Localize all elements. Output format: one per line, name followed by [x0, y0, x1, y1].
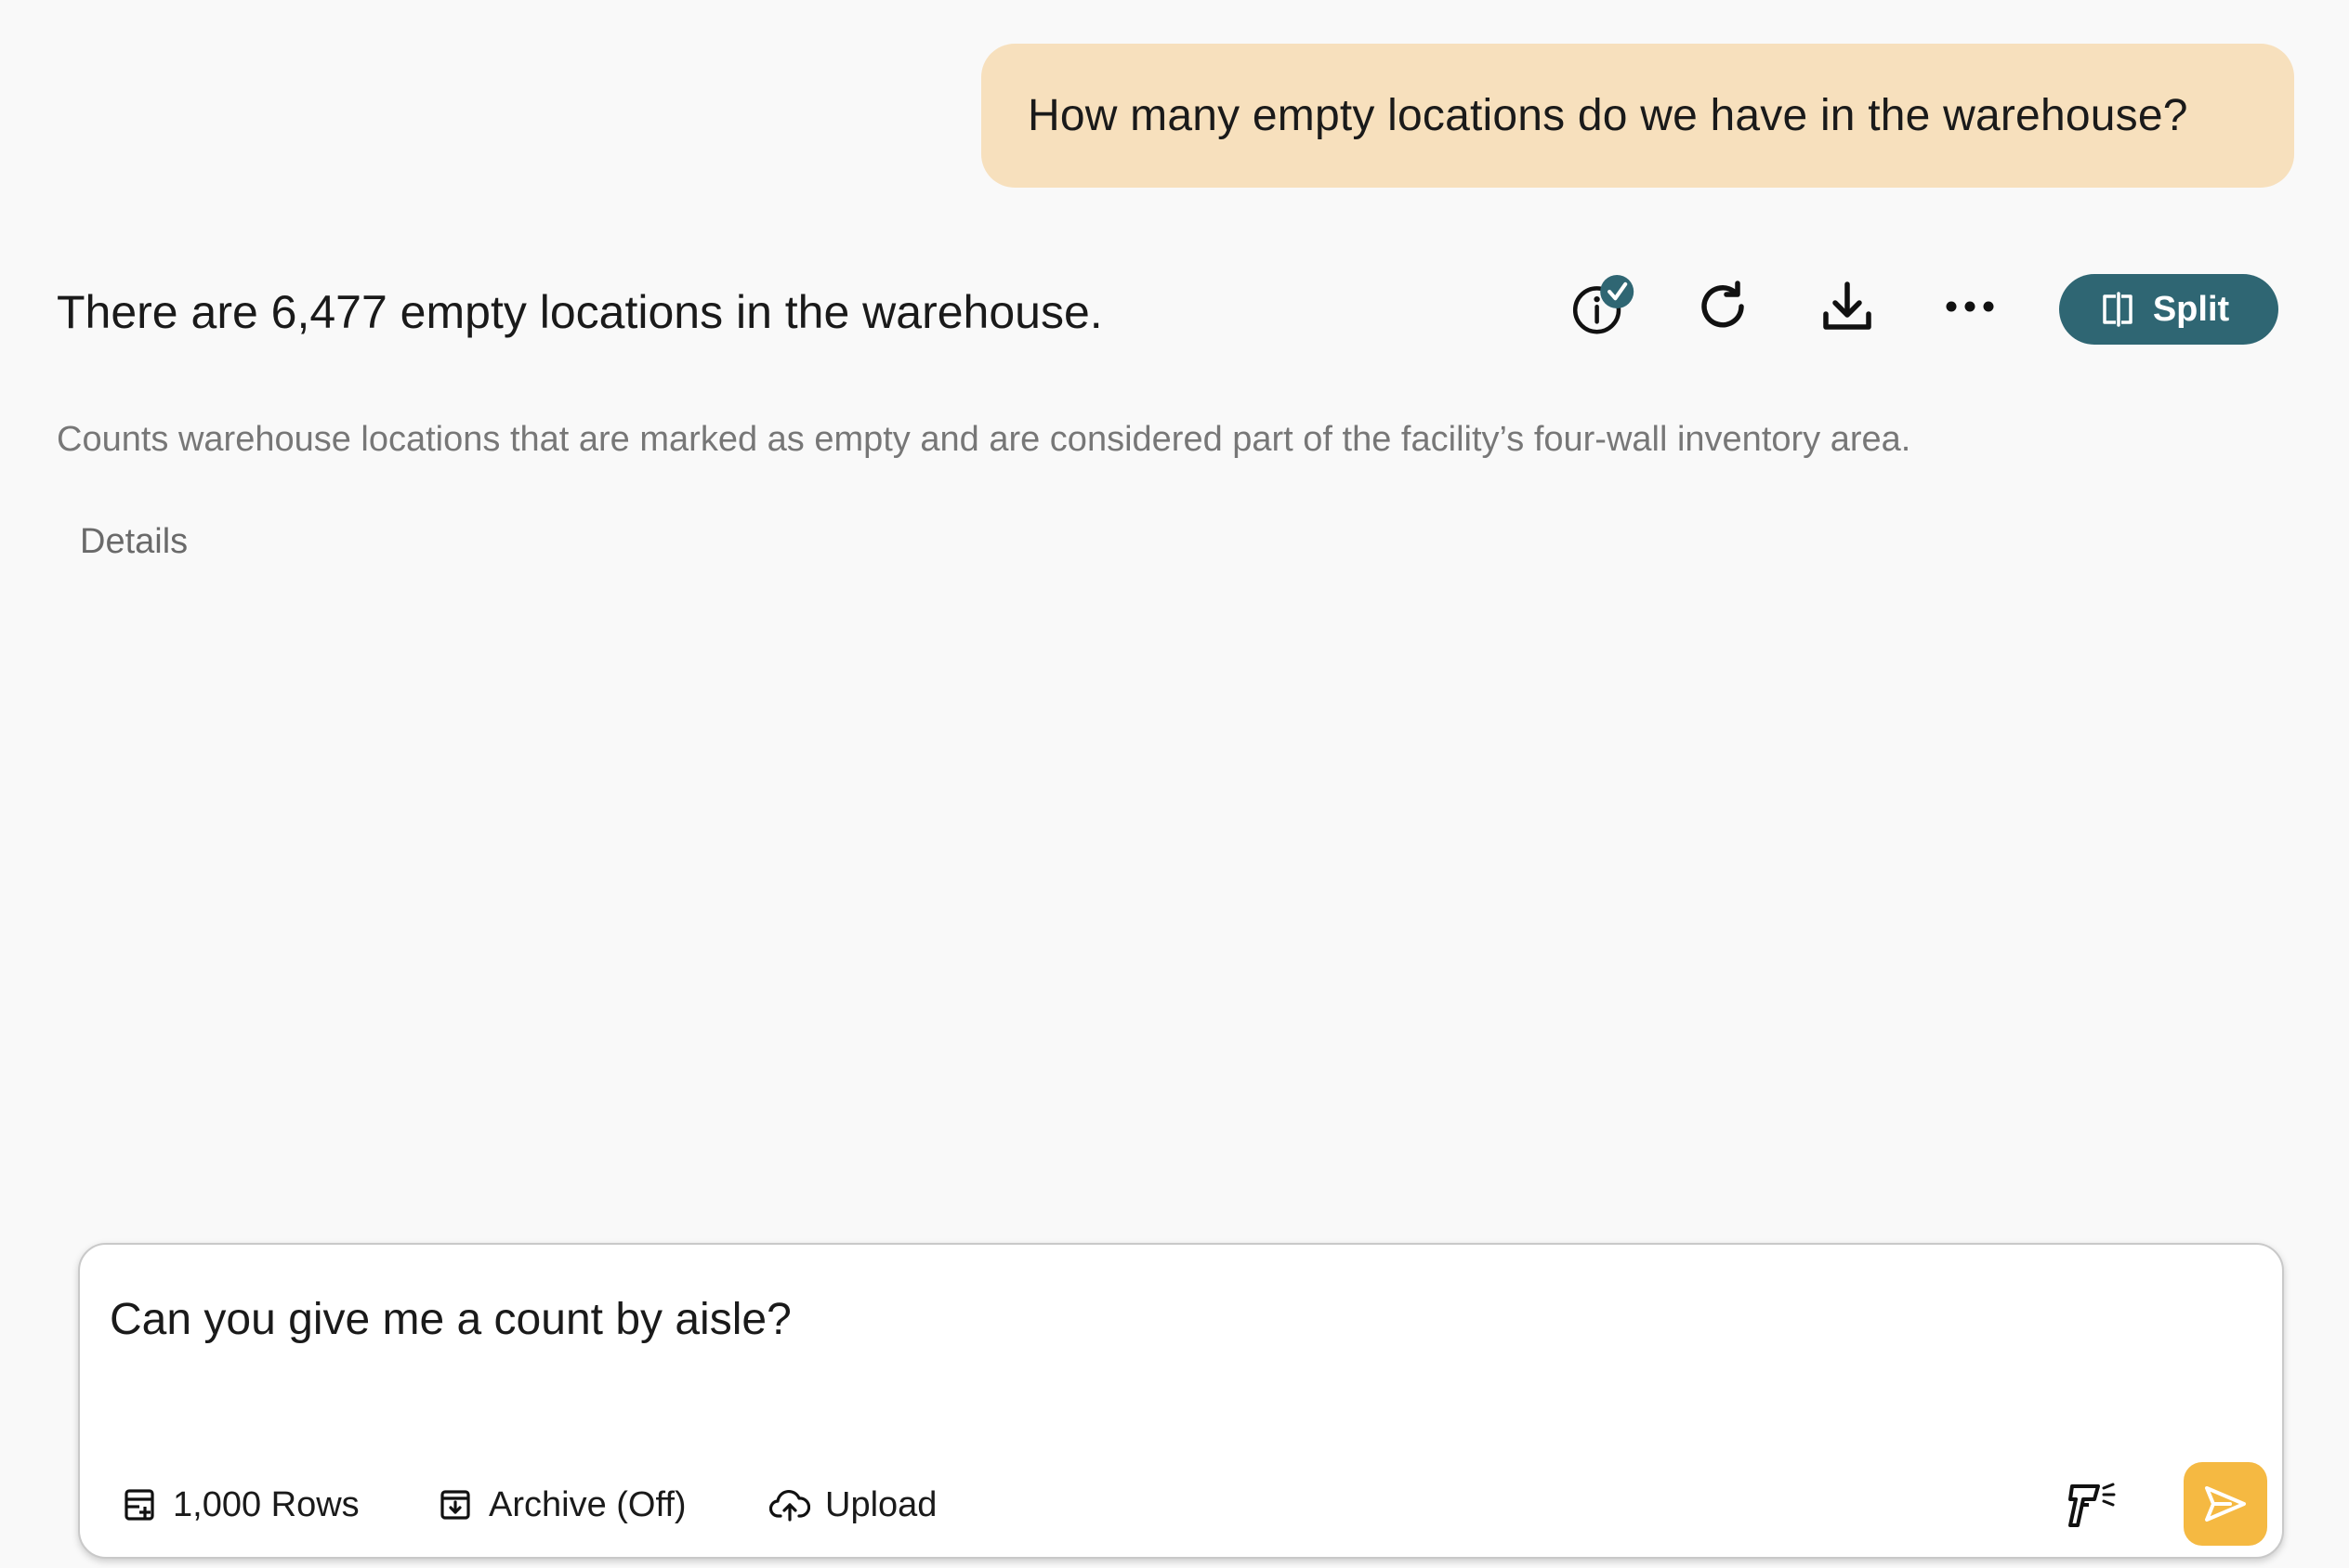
more-icon — [1946, 301, 1994, 312]
download-icon — [1823, 281, 1871, 330]
archive-toggle[interactable]: Archive (Off) — [437, 1477, 687, 1533]
user-message-bubble: How many empty locations do we have in t… — [981, 44, 2294, 188]
archive-icon — [440, 1490, 470, 1520]
answer-text: There are 6,477 empty locations in the w… — [57, 286, 1103, 338]
message-input[interactable] — [110, 1282, 2154, 1356]
info-button[interactable] — [1568, 275, 1635, 342]
send-icon — [2205, 1486, 2246, 1522]
chat-page: How many empty locations do we have in t… — [0, 0, 2349, 1568]
info-verified-icon — [1572, 275, 1634, 334]
more-options-button[interactable] — [1936, 273, 2003, 340]
voice-input-icon — [2068, 1483, 2116, 1527]
refresh-button[interactable] — [1691, 273, 1758, 340]
upload-button[interactable]: Upload — [769, 1477, 937, 1533]
voice-input-button[interactable] — [2061, 1475, 2120, 1535]
split-button-label: Split — [2152, 289, 2230, 329]
split-view-icon — [2103, 292, 2132, 327]
download-button[interactable] — [1814, 273, 1881, 340]
details-toggle[interactable]: Details — [80, 522, 188, 562]
send-button[interactable] — [2184, 1462, 2267, 1546]
split-button[interactable]: Split — [2059, 274, 2278, 345]
answer-description: Counts warehouse locations that are mark… — [57, 420, 1911, 459]
cloud-upload-icon — [769, 1489, 810, 1522]
upload-label: Upload — [825, 1484, 938, 1524]
archive-label: Archive (Off) — [489, 1484, 687, 1524]
user-message-text: How many empty locations do we have in t… — [1028, 91, 2188, 140]
rows-limit-button[interactable]: 1,000 Rows — [121, 1477, 360, 1533]
rows-limit-label: 1,000 Rows — [173, 1484, 360, 1524]
refresh-icon — [1701, 281, 1744, 328]
rows-icon — [125, 1489, 154, 1521]
message-composer: 1,000 Rows Archive (Off) Upload — [78, 1243, 2284, 1559]
